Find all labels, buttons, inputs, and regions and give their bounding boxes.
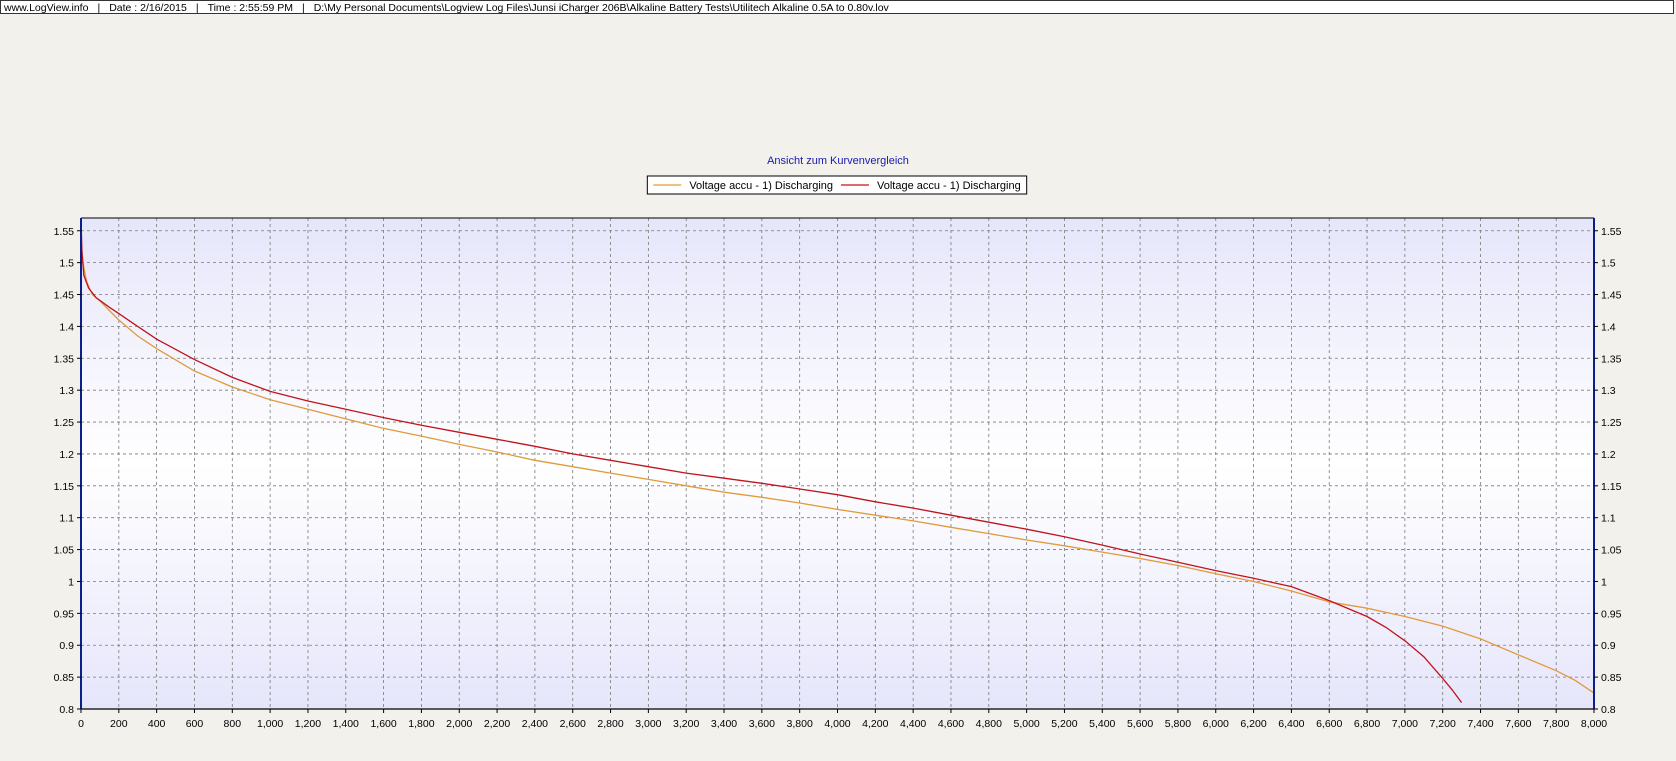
y-tick-label-left: 1.05 bbox=[54, 545, 75, 557]
y-tick-label-left: 1.5 bbox=[59, 258, 74, 270]
y-tick-label-right: 1.5 bbox=[1601, 258, 1616, 270]
x-tick-label: 600 bbox=[186, 718, 204, 730]
x-tick-label: 8,000 bbox=[1581, 718, 1607, 730]
x-tick-label: 800 bbox=[224, 718, 242, 730]
legend-label-1: Voltage accu - 1) Discharging bbox=[689, 180, 833, 192]
x-tick-label: 2,200 bbox=[484, 718, 510, 730]
y-tick-label-right: 1.3 bbox=[1601, 385, 1616, 397]
x-tick-label: 3,600 bbox=[749, 718, 775, 730]
x-tick-label: 5,400 bbox=[1089, 718, 1115, 730]
x-tick-label: 1,600 bbox=[370, 718, 396, 730]
x-tick-label: 2,600 bbox=[560, 718, 586, 730]
voltage-chart: Ansicht zum Kurvenvergleich Voltage accu… bbox=[54, 155, 1622, 730]
x-tick-label: 6,800 bbox=[1354, 718, 1380, 730]
y-tick-label-right: 1 bbox=[1601, 576, 1607, 588]
x-tick-label: 6,200 bbox=[1240, 718, 1266, 730]
x-tick-label: 3,000 bbox=[635, 718, 661, 730]
x-tick-label: 4,200 bbox=[862, 718, 888, 730]
x-tick-label: 2,000 bbox=[446, 718, 472, 730]
x-tick-label: 7,600 bbox=[1505, 718, 1531, 730]
x-tick-label: 5,200 bbox=[1051, 718, 1077, 730]
x-tick-label: 0 bbox=[78, 718, 84, 730]
x-tick-label: 7,200 bbox=[1430, 718, 1456, 730]
y-tick-label-right: 1.45 bbox=[1601, 290, 1622, 302]
y-tick-label-left: 0.85 bbox=[54, 672, 75, 684]
y-tick-label-right: 0.95 bbox=[1601, 608, 1622, 620]
y-tick-label-left: 0.95 bbox=[54, 608, 75, 620]
chart-title: Ansicht zum Kurvenvergleich bbox=[767, 155, 909, 167]
y-tick-label-left: 1.35 bbox=[54, 353, 75, 365]
x-tick-label: 2,400 bbox=[522, 718, 548, 730]
y-tick-label-left: 1 bbox=[68, 576, 74, 588]
y-tick-label-right: 0.9 bbox=[1601, 640, 1616, 652]
x-axis: 0 200 400 600 800 1,000 1,200 1,400 1,600 1,800 2,… bbox=[78, 709, 1607, 730]
y-tick-label-right: 0.8 bbox=[1601, 704, 1616, 716]
x-tick-label: 3,800 bbox=[787, 718, 813, 730]
y-tick-label-right: 0.85 bbox=[1601, 672, 1622, 684]
y-tick-label-right: 1.35 bbox=[1601, 353, 1622, 365]
x-tick-label: 1,000 bbox=[257, 718, 283, 730]
y-tick-label-left: 1.25 bbox=[54, 417, 75, 429]
y-tick-label-right: 1.2 bbox=[1601, 449, 1616, 461]
x-tick-label: 2,800 bbox=[597, 718, 623, 730]
y-tick-label-left: 1.4 bbox=[59, 321, 74, 333]
y-tick-label-right: 1.55 bbox=[1601, 226, 1622, 238]
legend-label-2: Voltage accu - 1) Discharging bbox=[877, 180, 1021, 192]
x-tick-label: 4,400 bbox=[900, 718, 926, 730]
x-tick-label: 7,800 bbox=[1543, 718, 1569, 730]
x-tick-label: 3,400 bbox=[711, 718, 737, 730]
x-tick-label: 400 bbox=[148, 718, 166, 730]
y-tick-label-right: 1.25 bbox=[1601, 417, 1622, 429]
x-tick-label: 5,800 bbox=[1165, 718, 1191, 730]
x-tick-label: 6,000 bbox=[1203, 718, 1229, 730]
x-tick-label: 200 bbox=[110, 718, 128, 730]
x-tick-label: 3,200 bbox=[673, 718, 699, 730]
y-tick-label-right: 1.4 bbox=[1601, 321, 1616, 333]
x-tick-label: 6,600 bbox=[1316, 718, 1342, 730]
y-tick-label-left: 1.55 bbox=[54, 226, 75, 238]
x-tick-label: 1,200 bbox=[295, 718, 321, 730]
x-tick-label: 1,400 bbox=[333, 718, 359, 730]
y-tick-label-left: 1.15 bbox=[54, 481, 75, 493]
y-axis-right: 0.8 0.85 0.9 0.95 1 1.05 1.1 1.15 1.2 1.25 1.3 1.35… bbox=[1594, 226, 1622, 716]
x-tick-label: 7,400 bbox=[1467, 718, 1493, 730]
chart-legend: Voltage accu - 1) Discharging Voltage acc… bbox=[646, 175, 1028, 195]
x-tick-label: 4,600 bbox=[938, 718, 964, 730]
x-tick-label: 7,000 bbox=[1392, 718, 1418, 730]
y-tick-label-left: 1.3 bbox=[59, 385, 74, 397]
x-tick-label: 5,000 bbox=[1013, 718, 1039, 730]
y-tick-label-left: 0.9 bbox=[59, 640, 74, 652]
y-tick-label-right: 1.05 bbox=[1601, 545, 1622, 557]
x-tick-label: 1,800 bbox=[408, 718, 434, 730]
y-tick-label-left: 0.8 bbox=[59, 704, 74, 716]
y-tick-label-right: 1.1 bbox=[1601, 513, 1616, 525]
y-tick-label-left: 1.1 bbox=[59, 513, 74, 525]
y-tick-label-left: 1.2 bbox=[59, 449, 74, 461]
x-tick-label: 4,800 bbox=[976, 718, 1002, 730]
y-tick-label-right: 1.15 bbox=[1601, 481, 1622, 493]
y-axis-left: 0.8 0.85 0.9 0.95 1 1.05 1.1 1.15 1.2 1.25 1.3 1.35… bbox=[54, 226, 81, 716]
x-tick-label: 4,000 bbox=[824, 718, 850, 730]
x-tick-label: 5,600 bbox=[1127, 718, 1153, 730]
x-tick-label: 6,400 bbox=[1278, 718, 1304, 730]
y-tick-label-left: 1.45 bbox=[54, 290, 75, 302]
